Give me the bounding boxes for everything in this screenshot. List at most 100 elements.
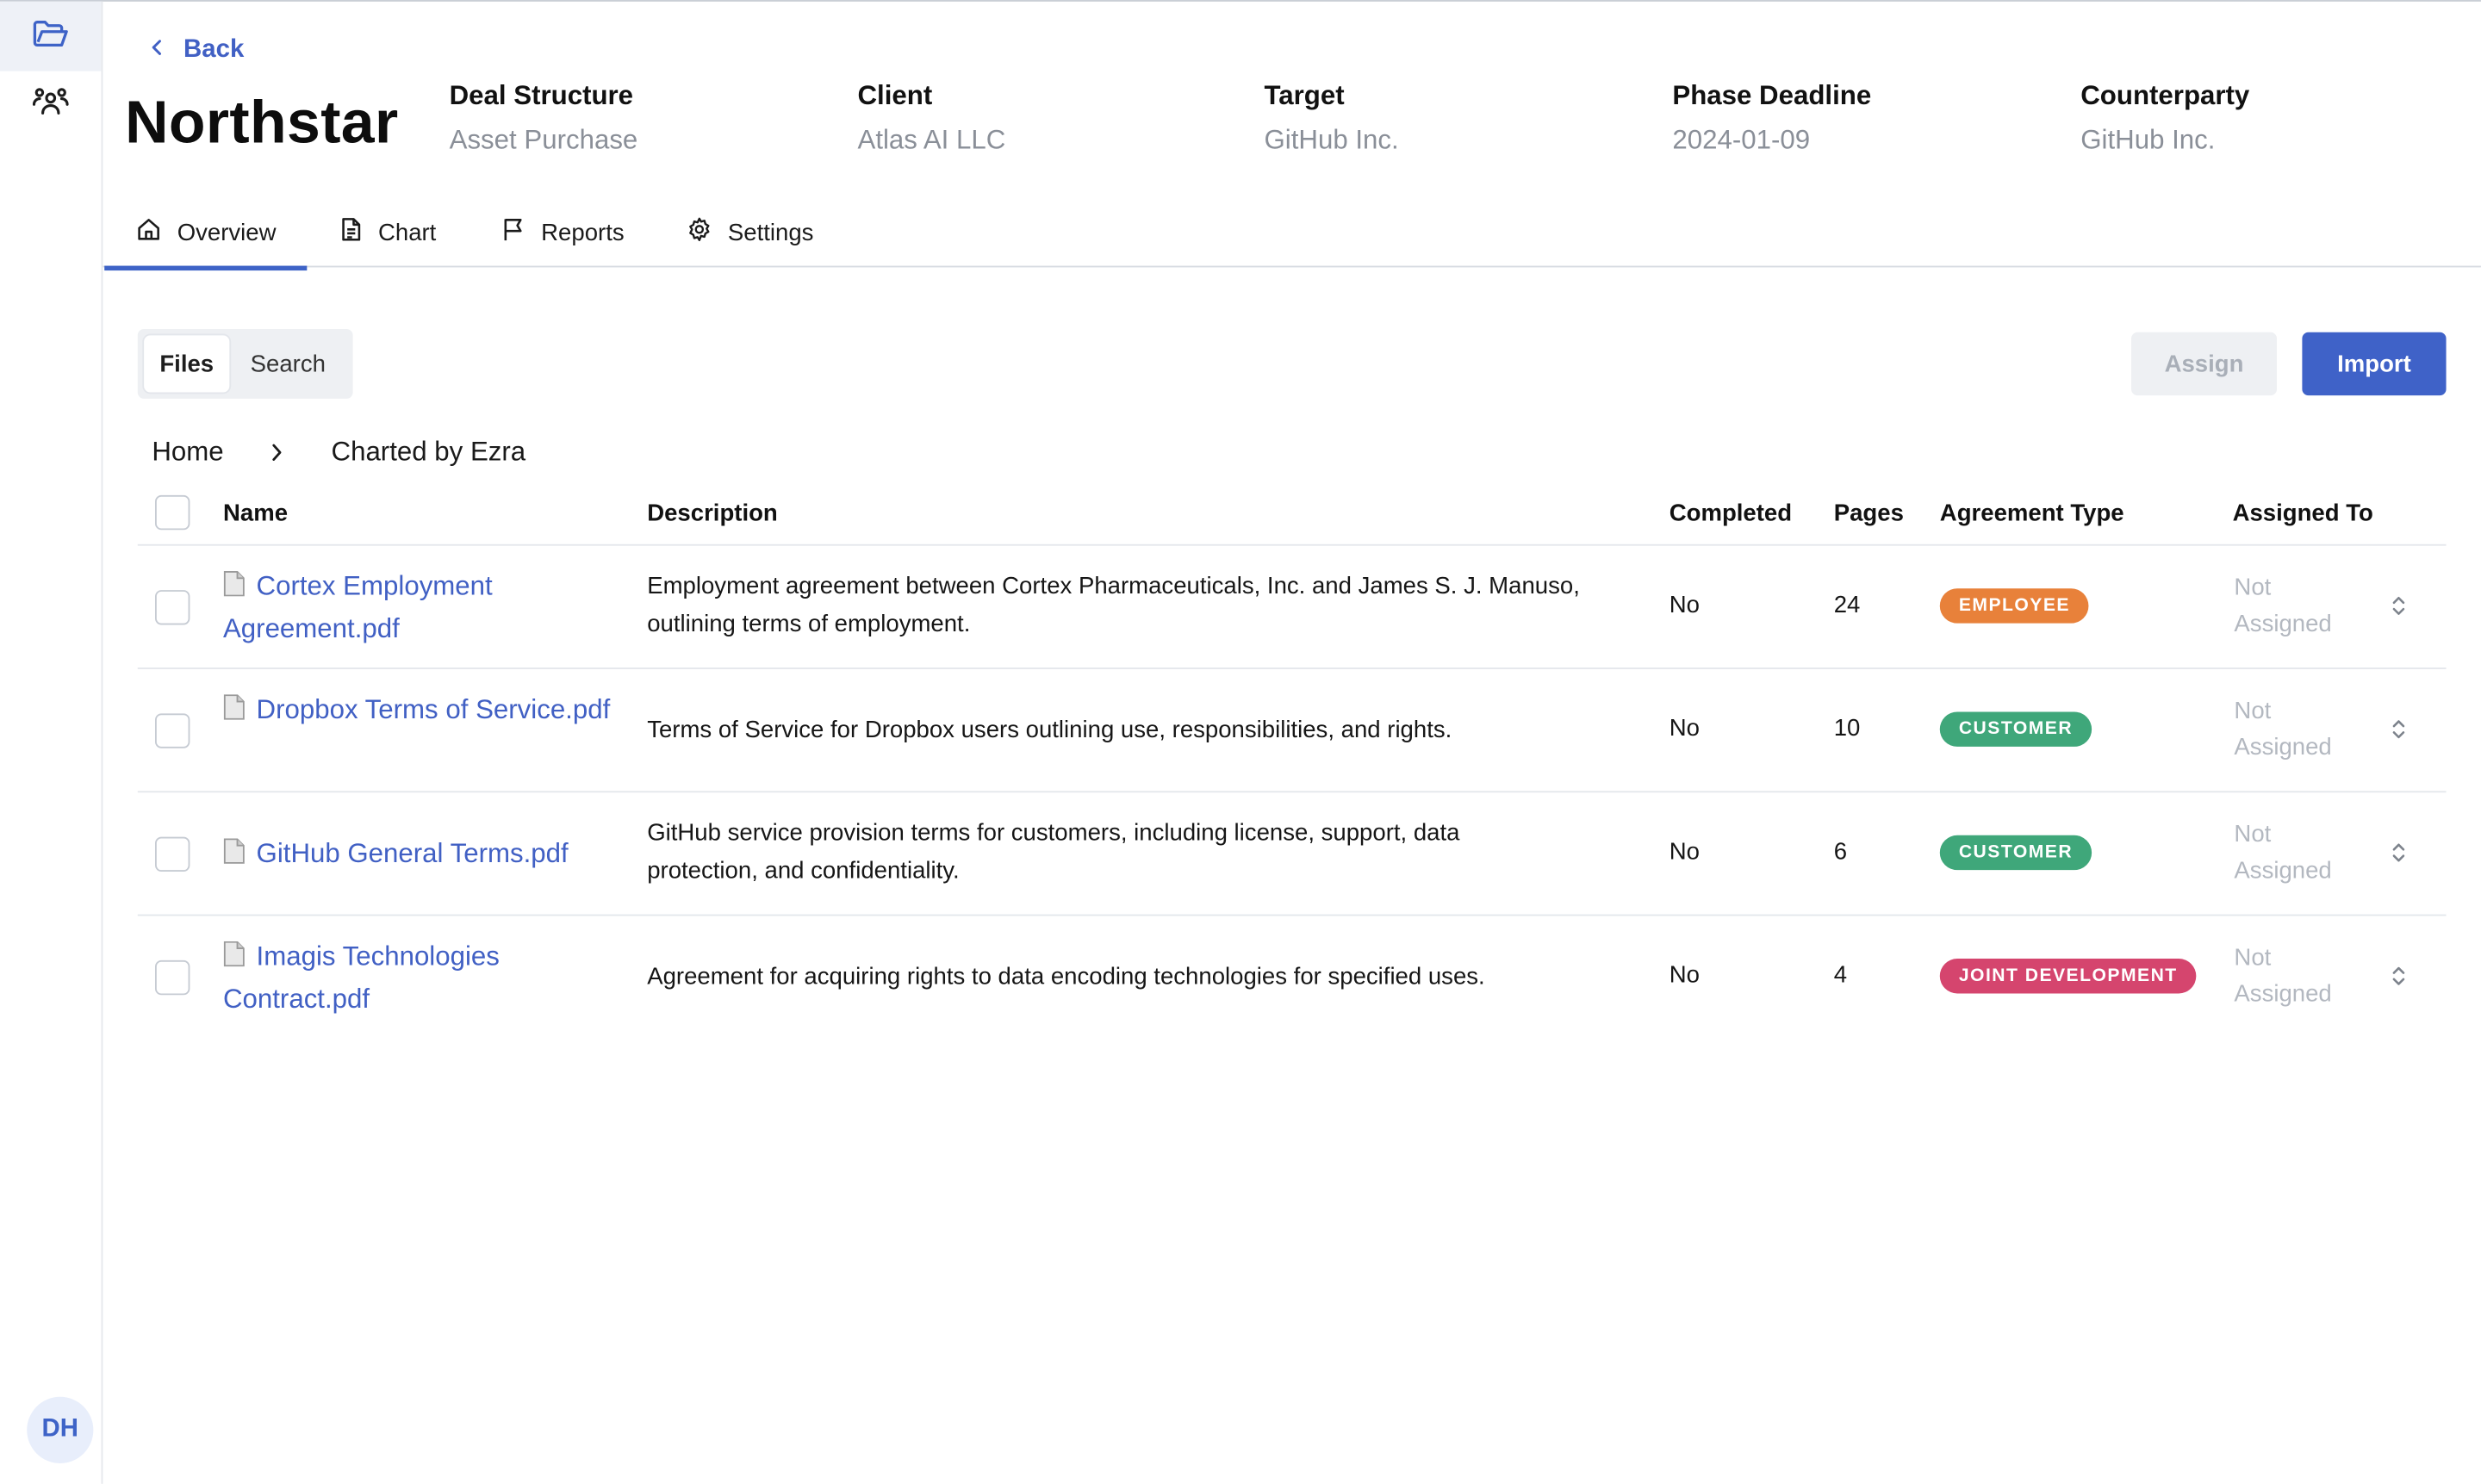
users-icon <box>32 84 70 127</box>
file-name: GitHub General Terms.pdf <box>256 838 569 869</box>
file-icon <box>223 838 245 864</box>
column-header-description[interactable]: Description <box>647 500 778 526</box>
meta-client: Client Atlas AI LLC <box>857 81 1005 157</box>
tab-chart[interactable]: Chart <box>337 198 439 268</box>
table-row: Cortex Employment Agreement.pdf Employme… <box>137 546 2447 669</box>
completed-cell: No <box>1669 591 1700 619</box>
row-checkbox[interactable] <box>154 836 190 872</box>
completed-cell: No <box>1669 961 1700 989</box>
file-name-link[interactable]: Dropbox Terms of Service.pdf <box>223 688 619 731</box>
completed-cell: No <box>1669 838 1700 866</box>
view-toggle: Files Search <box>137 329 353 399</box>
chevron-up-down-icon[interactable] <box>2388 838 2410 866</box>
column-header-name[interactable]: Name <box>223 500 288 526</box>
file-icon <box>223 941 245 967</box>
pages-cell: 10 <box>1833 715 1861 742</box>
import-button[interactable]: Import <box>2302 332 2447 396</box>
meta-label: Client <box>857 80 933 111</box>
row-checkbox[interactable] <box>154 713 190 748</box>
file-name-link[interactable]: Cortex Employment Agreement.pdf <box>223 565 619 650</box>
table-row: Imagis Technologies Contract.pdf Agreeme… <box>138 916 2447 1039</box>
meta-counterparty: Counterparty GitHub Inc. <box>2080 81 2249 157</box>
home-icon <box>136 217 161 249</box>
file-icon <box>223 694 245 720</box>
file-name: Imagis Technologies Contract.pdf <box>222 941 500 1015</box>
breadcrumb-current: Charted by Ezra <box>331 436 526 467</box>
meta-value: 2024-01-09 <box>1672 125 1811 155</box>
pages-cell: 6 <box>1833 838 1848 866</box>
description-cell: Employment agreement between Cortex Phar… <box>647 572 1580 638</box>
assignee-select[interactable]: Not Assigned <box>2234 569 2360 642</box>
flag-icon <box>501 217 525 249</box>
select-all-checkbox[interactable] <box>154 494 190 531</box>
tab-label: Chart <box>377 219 437 246</box>
tab-label: Overview <box>177 219 277 246</box>
app-window: DH Back Northstar Deal Structure Asset P… <box>0 0 2481 1484</box>
assignee-select[interactable]: Not Assigned <box>2234 817 2360 889</box>
meta-label: Deal Structure <box>449 80 634 111</box>
agreement-type-badge: JOINT DEVELOPMENT <box>1939 959 2197 994</box>
assign-button[interactable]: Assign <box>2131 332 2278 396</box>
breadcrumb: Home Charted by Ezra <box>152 437 525 469</box>
chevron-up-down-icon[interactable] <box>2388 715 2410 743</box>
meta-deal-structure: Deal Structure Asset Purchase <box>450 81 638 157</box>
agreement-type-badge: CUSTOMER <box>1939 835 2092 871</box>
gear-icon <box>687 217 712 249</box>
meta-label: Target <box>1264 80 1345 111</box>
chevron-right-icon <box>271 443 284 462</box>
table-row: Dropbox Terms of Service.pdf Terms of Se… <box>137 669 2447 793</box>
meta-label: Counterparty <box>2080 80 2250 111</box>
row-checkbox[interactable] <box>154 590 190 625</box>
agreement-type-badge: EMPLOYEE <box>1939 588 2090 624</box>
page-title: Northstar <box>125 90 399 157</box>
assignee-select[interactable]: Not Assigned <box>2234 940 2360 1012</box>
completed-cell: No <box>1669 715 1700 742</box>
file-name: Dropbox Terms of Service.pdf <box>256 694 611 725</box>
meta-value: Asset Purchase <box>449 125 638 155</box>
column-header-agreement-type[interactable]: Agreement Type <box>1940 500 2124 526</box>
document-icon <box>340 217 363 249</box>
sidebar-item-files[interactable] <box>0 1 102 71</box>
table-row: GitHub General Terms.pdf GitHub service … <box>137 792 2447 916</box>
tab-label: Reports <box>541 219 625 246</box>
files-table: Name Description Completed Pages Agreeme… <box>137 486 2447 1040</box>
meta-phase-deadline: Phase Deadline 2024-01-09 <box>1672 81 1871 157</box>
chevron-up-down-icon[interactable] <box>2388 962 2410 990</box>
description-cell: Terms of Service for Dropbox users outli… <box>647 717 1452 744</box>
chevron-up-down-icon[interactable] <box>2388 592 2410 620</box>
tab-bar: Overview Chart Reports Settings <box>103 198 2481 271</box>
breadcrumb-home[interactable]: Home <box>152 437 223 469</box>
folder-open-icon <box>32 16 70 56</box>
sidebar: DH <box>0 1 103 1484</box>
meta-target: Target GitHub Inc. <box>1265 81 1399 157</box>
column-header-pages[interactable]: Pages <box>1834 500 1904 526</box>
meta-label: Phase Deadline <box>1672 80 1872 111</box>
tab-overview[interactable]: Overview <box>104 198 306 271</box>
user-avatar[interactable]: DH <box>27 1396 94 1463</box>
row-checkbox[interactable] <box>154 959 190 996</box>
files-toggle-button[interactable]: Files <box>144 335 230 393</box>
search-toggle-button[interactable]: Search <box>233 335 344 392</box>
tab-reports[interactable]: Reports <box>499 198 628 268</box>
file-name-link[interactable]: GitHub General Terms.pdf <box>223 832 619 875</box>
meta-value: GitHub Inc. <box>1264 125 1399 155</box>
back-label: Back <box>183 36 245 64</box>
table-header: Name Description Completed Pages Agreeme… <box>137 486 2447 546</box>
file-name-link[interactable]: Imagis Technologies Contract.pdf <box>223 934 619 1020</box>
assignee-select[interactable]: Not Assigned <box>2234 692 2360 765</box>
tab-settings[interactable]: Settings <box>683 198 817 268</box>
file-icon <box>223 571 245 597</box>
sidebar-item-team[interactable] <box>0 71 102 141</box>
chevron-left-icon <box>149 36 165 65</box>
pages-cell: 4 <box>1833 961 1848 989</box>
pages-cell: 24 <box>1833 591 1861 619</box>
description-cell: GitHub service provision terms for custo… <box>647 819 1460 885</box>
meta-value: GitHub Inc. <box>2080 125 2216 155</box>
file-name: Cortex Employment Agreement.pdf <box>222 571 493 644</box>
agreement-type-badge: CUSTOMER <box>1939 711 2092 747</box>
column-header-assigned-to[interactable]: Assigned To <box>2233 500 2373 526</box>
tab-label: Settings <box>727 219 814 246</box>
back-link[interactable]: Back <box>149 36 245 65</box>
description-cell: Agreement for acquiring rights to data e… <box>647 963 1485 990</box>
column-header-completed[interactable]: Completed <box>1670 500 1792 526</box>
